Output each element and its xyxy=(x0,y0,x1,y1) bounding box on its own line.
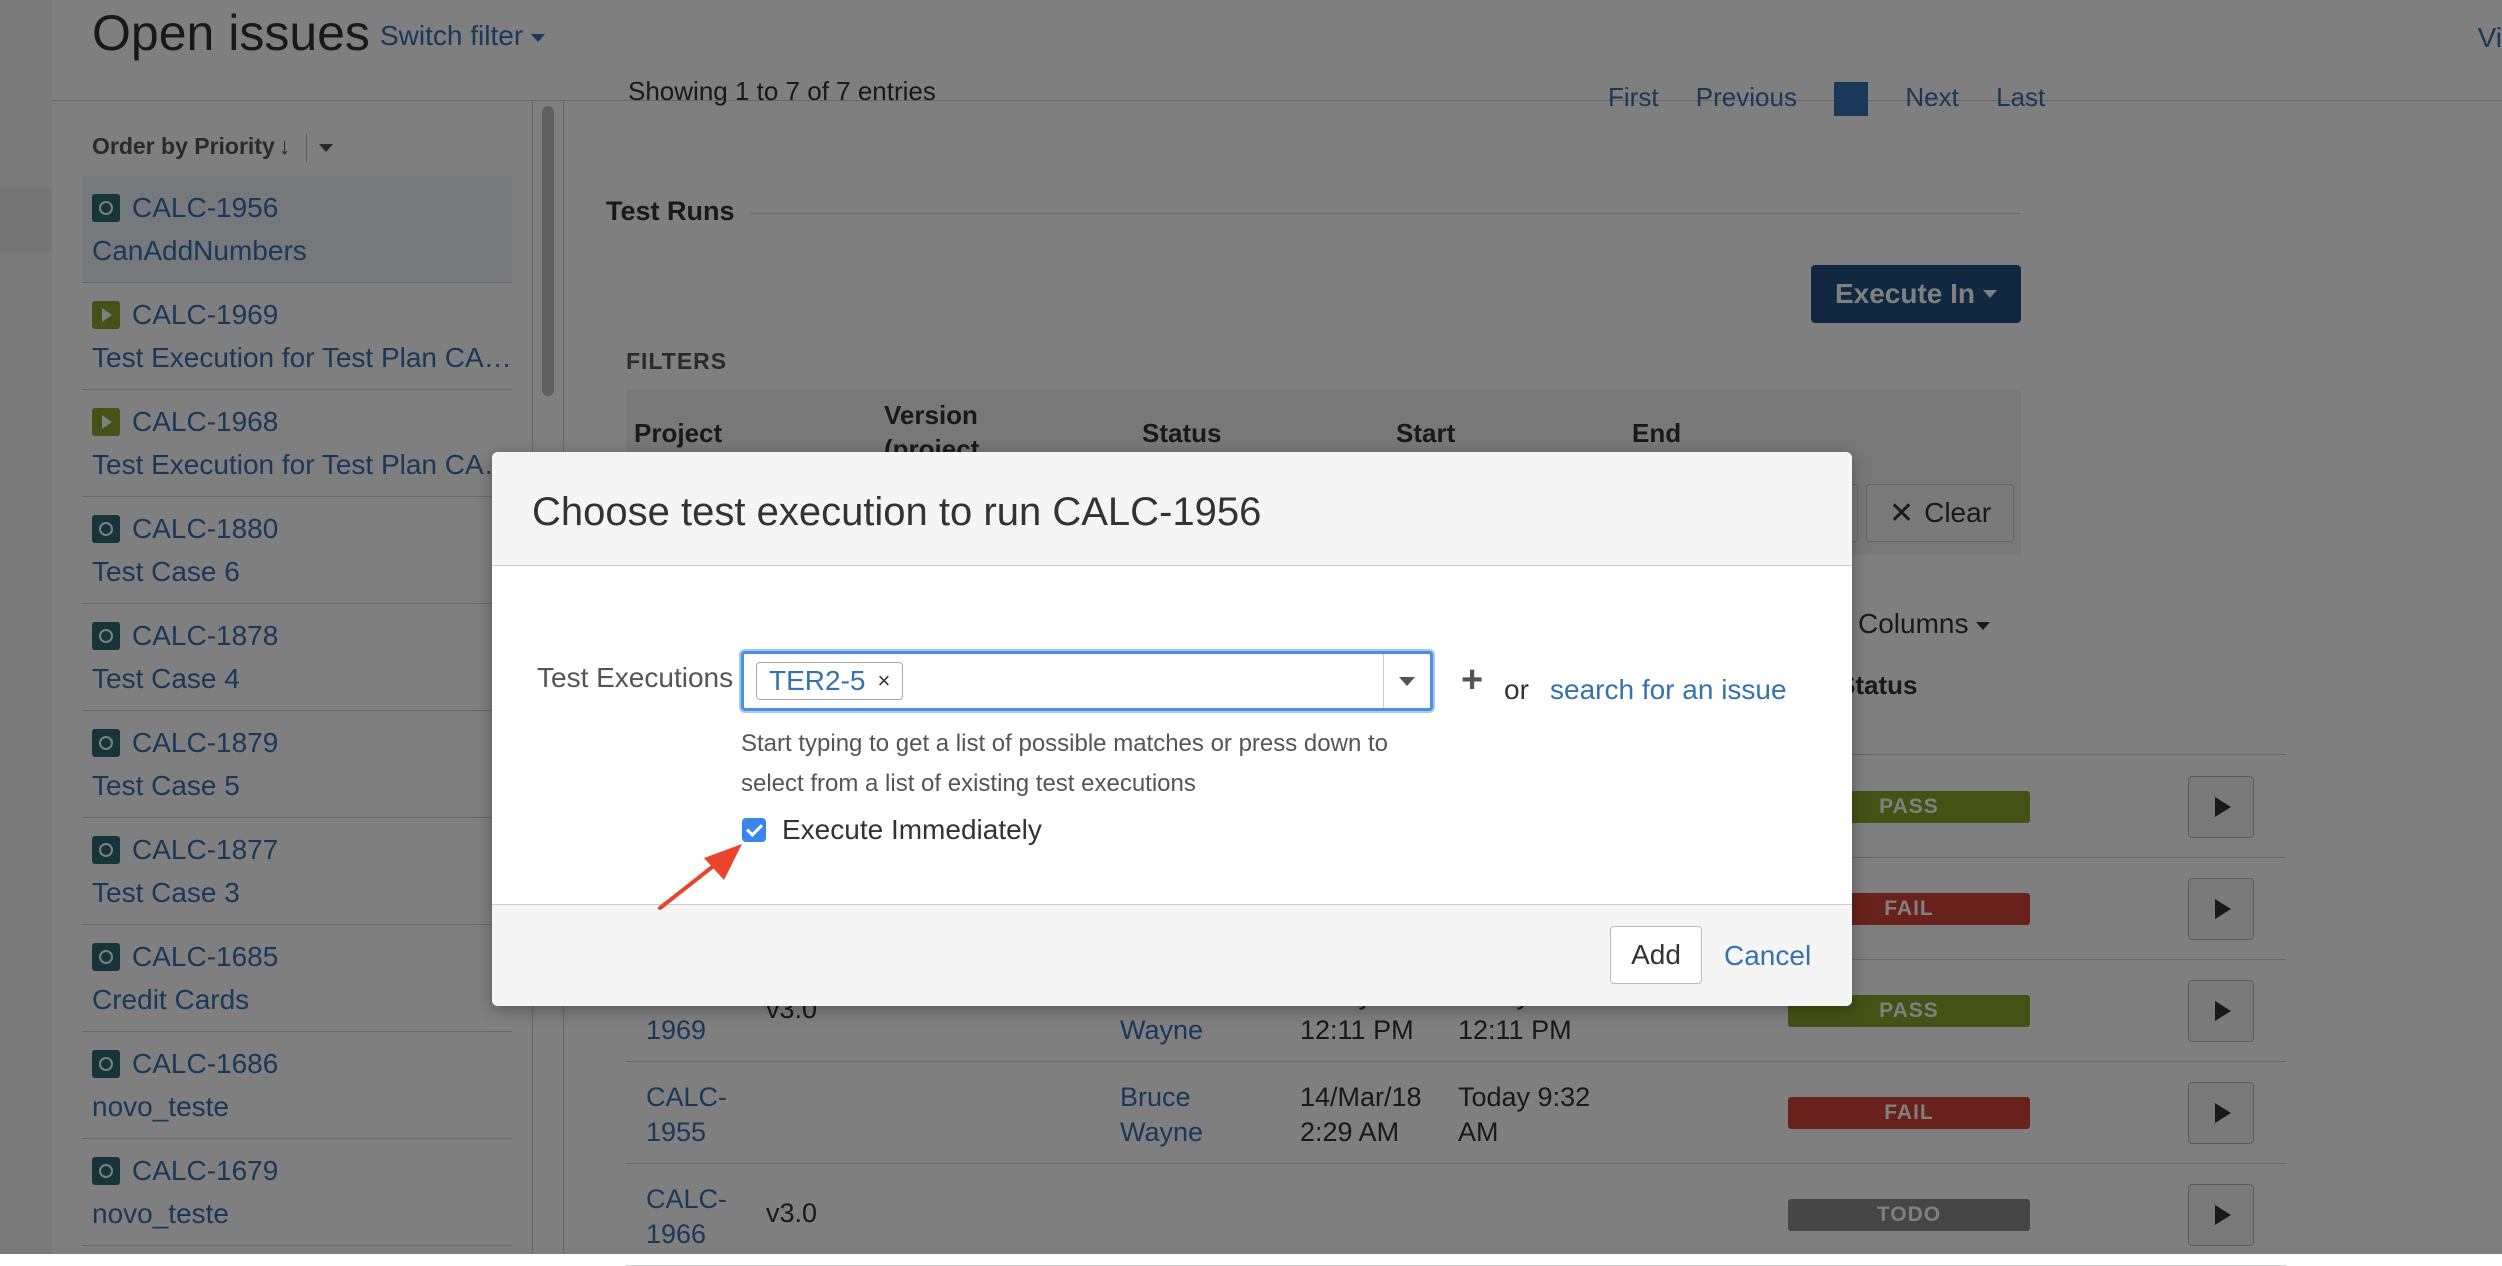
add-button[interactable]: Add xyxy=(1610,926,1702,984)
search-for-issue-link[interactable]: search for an issue xyxy=(1550,674,1787,706)
create-issue-plus-icon[interactable]: + xyxy=(1461,659,1483,702)
test-executions-select[interactable]: TER2-5 × xyxy=(741,651,1433,711)
tag-label: TER2-5 xyxy=(769,665,866,696)
select-dropdown-toggle[interactable] xyxy=(1383,654,1430,708)
dialog-header: Choose test execution to run CALC-1956 xyxy=(492,452,1852,566)
dialog-title: Choose test execution to run CALC-1956 xyxy=(532,490,1262,534)
cancel-link[interactable]: Cancel xyxy=(1724,940,1811,972)
or-text: or xyxy=(1504,674,1529,705)
remove-tag-icon[interactable]: × xyxy=(877,668,890,694)
annotation-arrow-icon xyxy=(658,844,742,910)
field-hint: Start typing to get a list of possible m… xyxy=(741,730,1388,797)
execute-immediately-label[interactable]: Execute Immediately xyxy=(782,814,1042,846)
selected-execution-tag[interactable]: TER2-5 × xyxy=(756,662,904,700)
test-executions-label: Test Executions xyxy=(537,662,734,693)
execute-immediately-checkbox[interactable] xyxy=(742,818,766,842)
choose-test-execution-dialog: Choose test execution to run CALC-1956 T… xyxy=(492,452,1852,1006)
